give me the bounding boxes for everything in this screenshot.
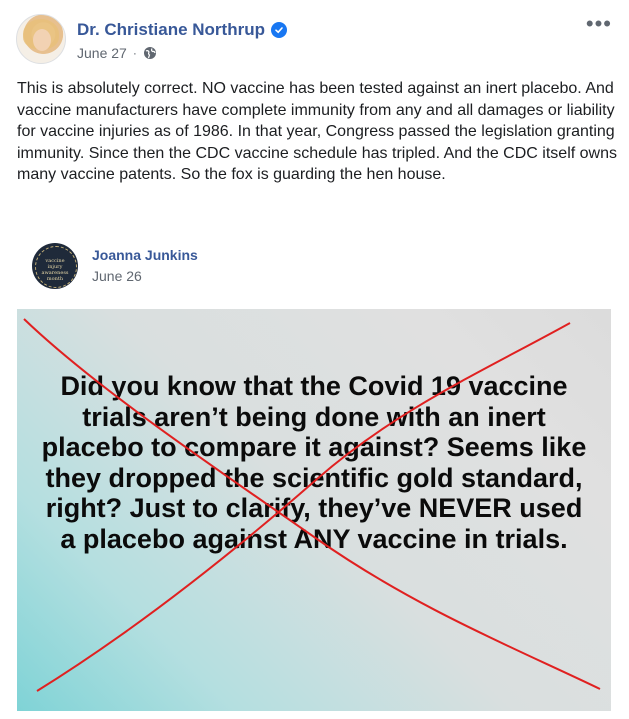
red-cross-mark (23, 318, 601, 692)
verified-badge-icon (270, 22, 287, 38)
facebook-post: Dr. Christiane Northrup June 27 · ••• Th… (0, 0, 629, 719)
shared-author-avatar[interactable]: vaccine injury awareness month (32, 243, 78, 289)
shared-image[interactable]: Did you know that the Covid 19 vaccine t… (17, 309, 611, 711)
shared-author-name[interactable]: Joanna Junkins (92, 247, 198, 263)
author-name[interactable]: Dr. Christiane Northrup (77, 20, 265, 40)
post-date[interactable]: June 27 (77, 45, 127, 61)
post-text: This is absolutely correct. NO vaccine h… (17, 80, 617, 183)
shared-post-date[interactable]: June 26 (92, 268, 142, 284)
author-name-row[interactable]: Dr. Christiane Northrup (77, 20, 287, 40)
author-avatar[interactable] (16, 14, 66, 64)
meta-separator: · (132, 46, 137, 60)
avatar-logo-text: vaccine injury awareness month (41, 258, 69, 282)
more-options-icon[interactable]: ••• (586, 13, 612, 35)
post-meta: June 27 · (77, 45, 157, 61)
globe-icon (143, 47, 156, 59)
